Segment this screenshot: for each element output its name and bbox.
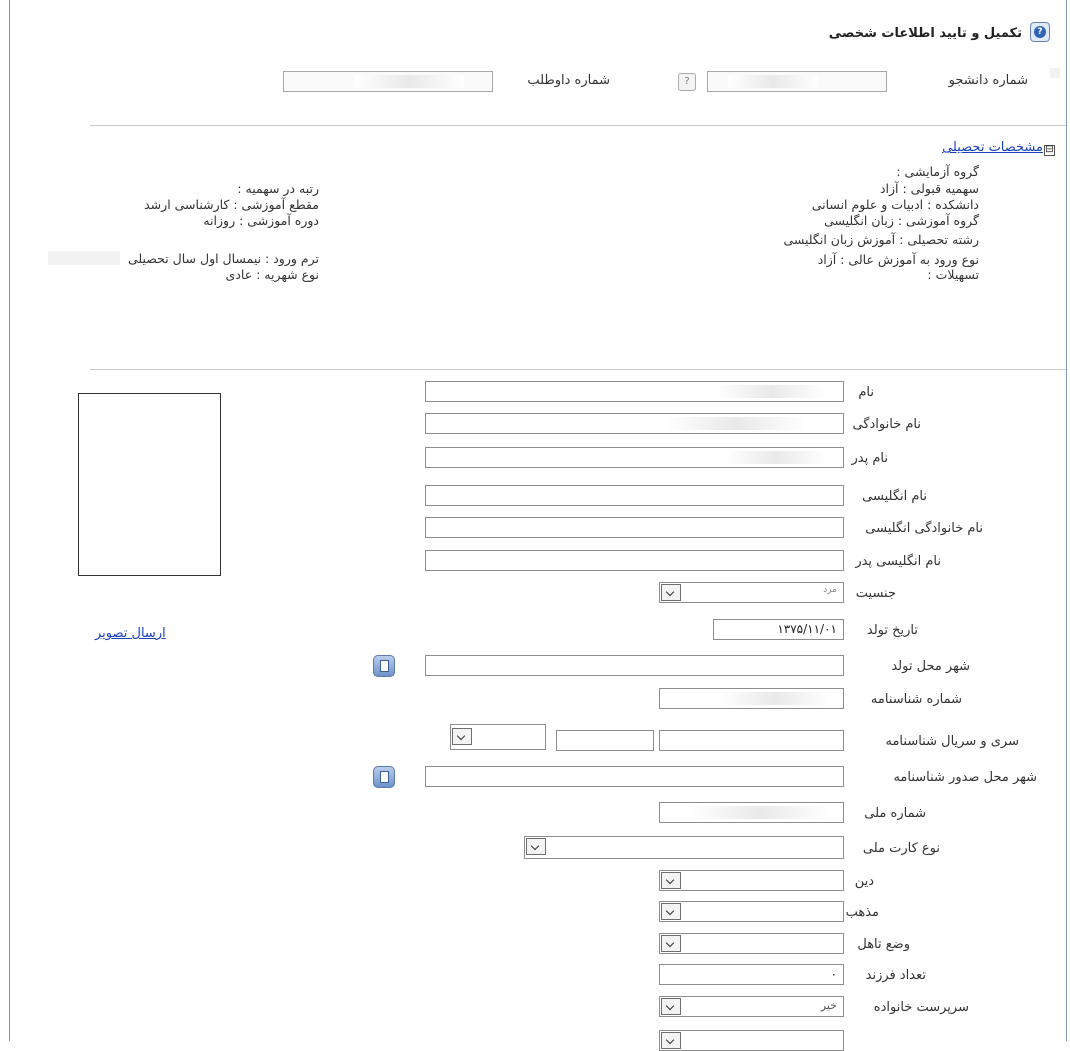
photo-placeholder (78, 393, 221, 576)
id-number-label: شماره شناسنامه (870, 692, 962, 707)
id-issue-city-label: شهر محل صدور شناسنامه (893, 770, 1037, 785)
last-name-input[interactable] (425, 413, 844, 434)
chevron-down-icon (661, 998, 681, 1015)
birth-city-label: شهر محل تولد (891, 659, 970, 674)
frame-left-border (9, 0, 10, 1041)
id-number-input[interactable] (659, 688, 844, 709)
info-course-type: دوره آموزشی : روزانه (203, 213, 319, 228)
info-admission-quota: سهمیه قبولی : آزاد (879, 181, 979, 196)
national-card-type-select[interactable] (524, 836, 844, 859)
info-entry-type: نوع ورود به آموزش عالی : آزاد (817, 252, 979, 267)
national-code-label: شماره ملی (864, 806, 926, 821)
birth-city-input[interactable] (425, 655, 844, 676)
gender-value: مرد (823, 585, 837, 595)
religion-select[interactable] (659, 870, 844, 891)
marital-status-label: وضع تاهل (857, 937, 910, 952)
english-name-input[interactable] (425, 485, 844, 506)
info-department: گروه آموزشی : زبان انگلیسی (824, 213, 979, 228)
household-head-select[interactable]: خیر (659, 996, 844, 1017)
english-last-name-label: نام خانوادگی انگلیسی (865, 521, 983, 536)
blurred-year (48, 251, 120, 265)
gender-label: جنسیت (855, 586, 896, 601)
issue-city-lookup-icon[interactable] (373, 766, 395, 788)
question-button[interactable]: ? (678, 73, 696, 91)
frame-right-border (1066, 0, 1067, 1041)
gender-select[interactable]: مرد (659, 582, 844, 603)
household-head-label: سرپرست خانواده (873, 1000, 969, 1015)
candidate-number-label: شماره داوطلب (527, 73, 610, 88)
page-title: تکمیل و تایید اطلاعات شخصی (828, 26, 1022, 41)
english-name-label: نام انگلیسی (862, 489, 927, 504)
english-last-name-input[interactable] (425, 517, 844, 538)
info-faculty: دانشکده : ادبیات و علوم انسانی (811, 197, 979, 212)
household-head-value: خیر (820, 999, 837, 1012)
children-count-label: تعداد فرزند (865, 968, 926, 983)
sect-label: مذهب (845, 905, 879, 920)
help-icon-glyph: ? (1034, 26, 1046, 38)
info-facilities: تسهیلات : (927, 267, 979, 282)
section-toggle[interactable]: ⊟ (1044, 145, 1055, 156)
info-degree: مقطع آموزشی : کارشناسی ارشد (144, 197, 319, 212)
id-series-select[interactable] (450, 724, 546, 750)
help-icon[interactable]: ? (1030, 22, 1050, 42)
student-number-input[interactable] (707, 71, 887, 92)
info-quota-rank: رتبه در سهمیه : (237, 181, 319, 196)
id-serial-label: سری و سریال شناسنامه (885, 734, 1020, 749)
chevron-down-icon (661, 903, 681, 920)
national-card-type-label: نوع کارت ملی (862, 841, 940, 856)
father-name-input[interactable] (425, 447, 844, 468)
info-entry-term: ترم ورود : نیمسال اول سال تحصیلی (127, 251, 319, 266)
birth-date-input[interactable]: ۱۳۷۵/۱۱/۰۱ (713, 619, 844, 640)
english-father-name-input[interactable] (425, 550, 844, 571)
chevron-down-icon (661, 584, 681, 601)
english-father-name-label: نام انگلیسی پدر (855, 554, 941, 569)
first-name-input[interactable] (425, 381, 844, 402)
decorative-square (1050, 68, 1060, 78)
chevron-down-icon (661, 935, 681, 952)
national-code-input[interactable] (659, 802, 844, 823)
marital-status-select[interactable] (659, 933, 844, 954)
birth-date-value: ۱۳۷۵/۱۱/۰۱ (777, 622, 837, 636)
academic-section-link[interactable]: مشخصات تحصیلی (942, 140, 1043, 155)
children-count-value: ۰ (830, 967, 837, 981)
religion-label: دین (854, 874, 874, 889)
birth-city-lookup-icon[interactable] (373, 655, 395, 677)
info-test-group: گروه آزمایشی : (896, 164, 979, 179)
chevron-down-icon (452, 728, 472, 745)
chevron-down-icon (526, 838, 546, 855)
info-field-of-study: رشته تحصیلی : آموزش زبان انگلیسی (783, 232, 979, 247)
birth-date-label: تاریخ تولد (866, 623, 918, 638)
divider-1 (90, 125, 1066, 126)
divider-2 (90, 369, 1066, 370)
info-tuition-type: نوع شهریه : عادی (225, 267, 319, 282)
student-number-label: شماره دانشجو (948, 73, 1028, 88)
children-count-input[interactable]: ۰ (659, 964, 844, 985)
first-name-label: نام (858, 385, 874, 400)
sect-select[interactable] (659, 901, 844, 922)
chevron-down-icon (661, 872, 681, 889)
last-name-label: نام خانوادگی (852, 417, 921, 432)
candidate-number-input[interactable] (283, 71, 493, 92)
send-photo-link[interactable]: ارسال تصویر (95, 626, 166, 641)
id-serial-number-input[interactable] (659, 730, 844, 751)
id-serial-part-input[interactable] (556, 730, 654, 751)
id-issue-city-input[interactable] (425, 766, 844, 787)
father-name-label: نام پدر (851, 451, 888, 466)
